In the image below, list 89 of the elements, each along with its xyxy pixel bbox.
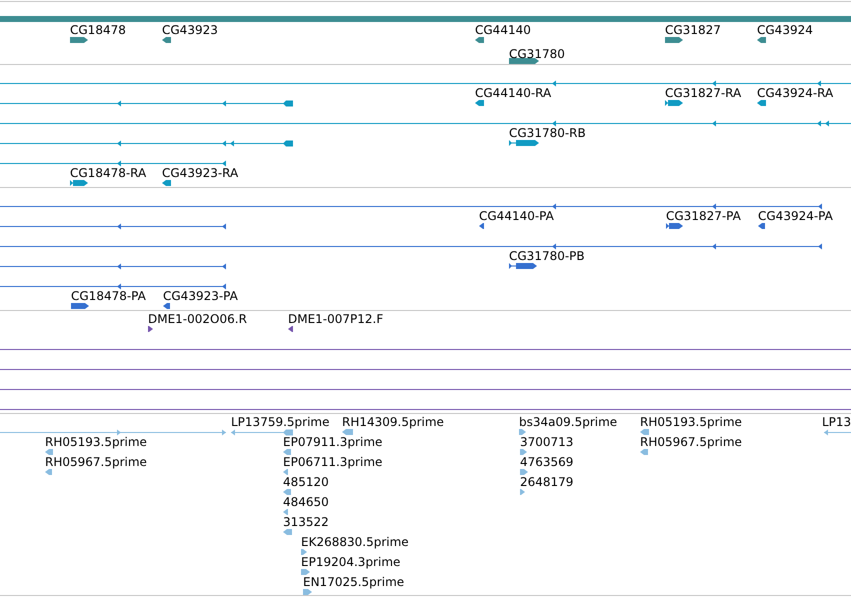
est-arrow-icon[interactable] [45,449,53,455]
feature-label: CG43924-PA [758,209,833,223]
feature-label: EN17025.5prime [303,575,404,589]
gene-arrow-icon[interactable] [665,37,683,43]
feature-label: CG18478 [70,23,126,37]
feature-label: 484650 [283,495,329,509]
transcript-feature-line[interactable] [0,80,851,87]
est-arrow-icon[interactable] [640,429,649,435]
est-arrow-icon[interactable] [283,469,288,475]
est-arrow-icon[interactable] [301,549,307,555]
transcript-arrow-icon[interactable] [162,180,171,186]
feature-label: CG44140 [475,23,531,37]
feature-label: DME1-002O06.R [148,312,247,326]
feature-label: CG18478-RA [70,166,146,180]
protein-feature-line[interactable] [0,283,226,290]
feature-label: CG44140-PA [479,209,554,223]
transcript-feature-line[interactable] [0,120,851,127]
feature-label: 313522 [283,515,329,529]
feature-label: DME1-007P12.F [288,312,384,326]
transcript-feature-line[interactable] [0,100,293,107]
est-feature-line[interactable] [0,429,226,436]
protein-feature-line[interactable] [0,263,226,270]
feature-label: 4763569 [520,455,574,469]
transcript-feature-line[interactable] [0,160,226,167]
feature-label: 3700713 [520,435,574,449]
feature-label: RH14309.5prime [342,415,444,429]
protein-arrow-icon[interactable] [758,223,765,229]
feature-label: CG44140-RA [475,86,552,100]
est-arrow-icon[interactable] [520,489,525,495]
transcript-arrow-icon[interactable] [665,100,683,106]
feature-label: 485120 [283,475,329,489]
transcript-arrow-icon[interactable] [475,100,484,106]
feature-label: bs34a09.5prime [519,415,618,429]
feature-label: LP13 [822,415,851,429]
est-arrow-icon[interactable] [640,449,648,455]
feature-label: EP19204.3prime [301,555,400,569]
protein-arrow-icon[interactable] [163,303,170,309]
transcript-feature-line[interactable] [0,140,293,147]
protein-arrow-icon[interactable] [71,303,89,309]
protein-arrow-icon[interactable] [509,263,537,269]
protein-feature-line[interactable] [0,243,822,250]
feature-label: CG43923 [162,23,218,37]
feature-label: RH05967.5prime [640,435,742,449]
est-feature-line[interactable] [824,429,851,436]
feature-label: CG31780 [509,47,565,61]
feature-label: CG43923-RA [162,166,238,180]
transcript-arrow-icon[interactable] [70,180,88,186]
feature-label: RH05193.5prime [45,435,147,449]
gene-arrow-icon[interactable] [509,58,539,64]
est-arrow-icon[interactable] [283,489,291,495]
transcript-arrow-icon[interactable] [757,100,766,106]
feature-label: EP07911.3prime [283,435,382,449]
est-arrow-icon[interactable] [283,449,291,455]
feature-label: EP06711.3prime [283,455,382,469]
feature-label: RH05967.5prime [45,455,147,469]
protein-arrow-icon[interactable] [479,223,484,229]
feature-label: CG31827 [665,23,721,37]
est-arrow-icon[interactable] [519,429,526,435]
clone-arrow-icon[interactable] [148,326,153,332]
est-arrow-icon[interactable] [342,429,353,435]
feature-label: CG43924-RA [757,86,834,100]
protein-arrow-icon[interactable] [666,223,683,229]
est-arrow-icon[interactable] [520,449,527,455]
feature-label: CG31780-RB [509,126,586,140]
clone-arrow-icon[interactable] [288,326,293,332]
est-arrow-icon[interactable] [303,589,312,595]
feature-label: CG43924 [757,23,813,37]
protein-feature-line[interactable] [0,223,226,230]
gene-arrow-icon[interactable] [757,37,766,43]
feature-label: CG31827-PA [666,209,741,223]
feature-label: RH05193.5prime [640,415,742,429]
gene-arrow-icon[interactable] [70,37,88,43]
feature-label: 2648179 [520,475,574,489]
protein-feature-line[interactable] [0,203,822,210]
est-arrow-icon[interactable] [301,569,310,575]
feature-label: LP13759.5prime [231,415,330,429]
feature-label: CG31827-RA [665,86,742,100]
feature-label: EK268830.5prime [301,535,409,549]
gene-arrow-icon[interactable] [475,37,484,43]
gene-arrow-icon[interactable] [162,37,171,43]
est-arrow-icon[interactable] [283,529,292,535]
est-arrow-icon[interactable] [283,509,288,515]
est-arrow-icon[interactable] [520,469,528,475]
transcript-arrow-icon[interactable] [509,140,539,146]
est-arrow-icon[interactable] [45,469,52,475]
feature-label: CG43923-PA [163,289,238,303]
feature-label: CG31780-PB [509,249,585,263]
feature-label: CG18478-PA [71,289,146,303]
est-feature-line[interactable] [231,429,293,436]
